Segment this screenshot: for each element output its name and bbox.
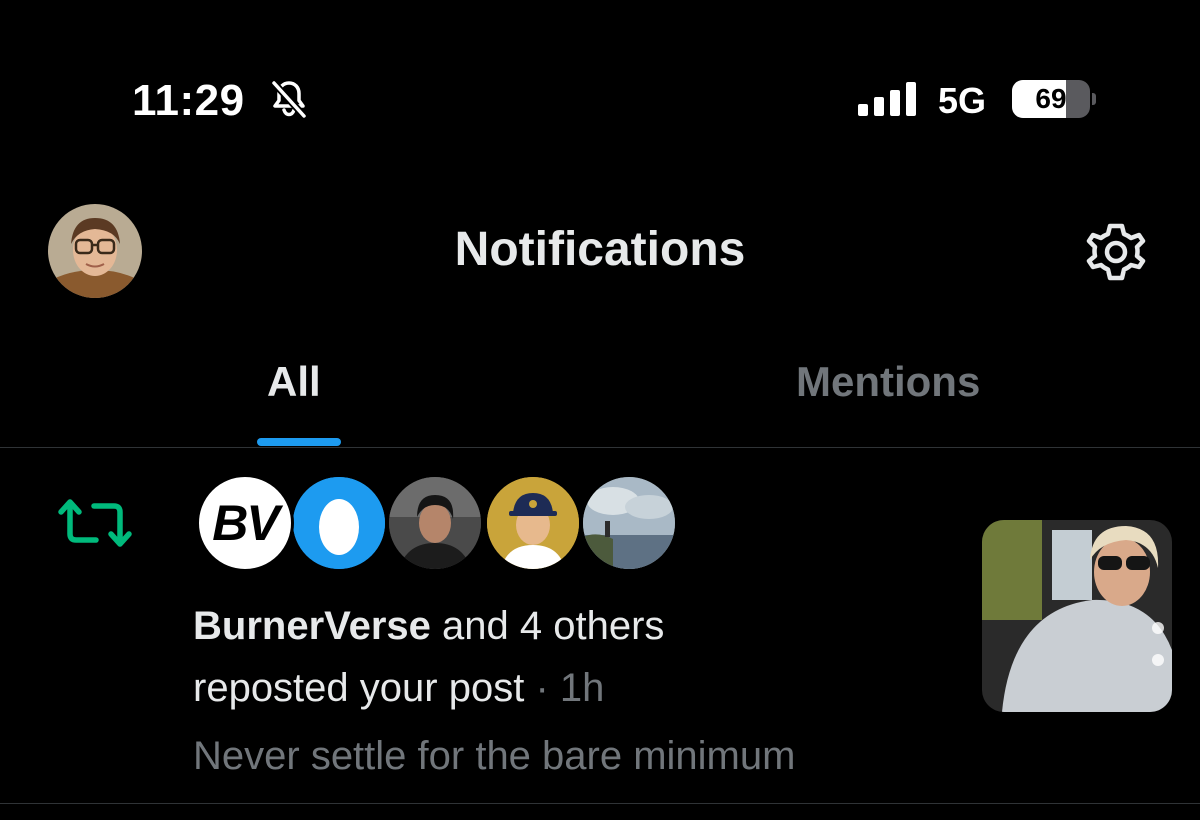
battery-icon: 69 (1012, 80, 1096, 118)
separator-dot: · (535, 666, 549, 710)
repost-icon (58, 499, 132, 547)
network-type: 5G (938, 80, 987, 121)
avatar-user-4[interactable] (484, 474, 582, 572)
timestamp: 1h (559, 666, 605, 710)
others-count: and 4 others (442, 604, 665, 648)
avatar-burnerverse[interactable]: BV (196, 474, 294, 572)
status-time: 11:29 (132, 76, 245, 125)
avatar-user-3[interactable] (386, 474, 484, 572)
tab-all[interactable]: All (267, 358, 321, 406)
notification-divider (0, 803, 1200, 804)
post-thumbnail[interactable] (982, 520, 1172, 712)
tabs-divider (0, 447, 1200, 448)
action-text: reposted your post (193, 666, 525, 710)
tab-mentions[interactable]: Mentions (796, 358, 980, 406)
signal-bars-icon (858, 82, 916, 116)
battery-percentage: 69 (1035, 83, 1067, 114)
page-title: Notifications (454, 223, 746, 276)
tab-indicator (257, 438, 341, 446)
avatar-egg[interactable] (290, 474, 388, 572)
bell-slash-icon (271, 80, 307, 119)
notification-title: BurnerVerse and 4 others (193, 604, 664, 649)
notification-action: reposted your post · 1h (193, 666, 604, 711)
actor-name[interactable]: BurnerVerse (193, 604, 431, 648)
avatar-user-5[interactable] (580, 474, 678, 572)
gear-icon[interactable] (1082, 218, 1150, 286)
post-preview-text: Never settle for the bare minimum (193, 734, 796, 778)
